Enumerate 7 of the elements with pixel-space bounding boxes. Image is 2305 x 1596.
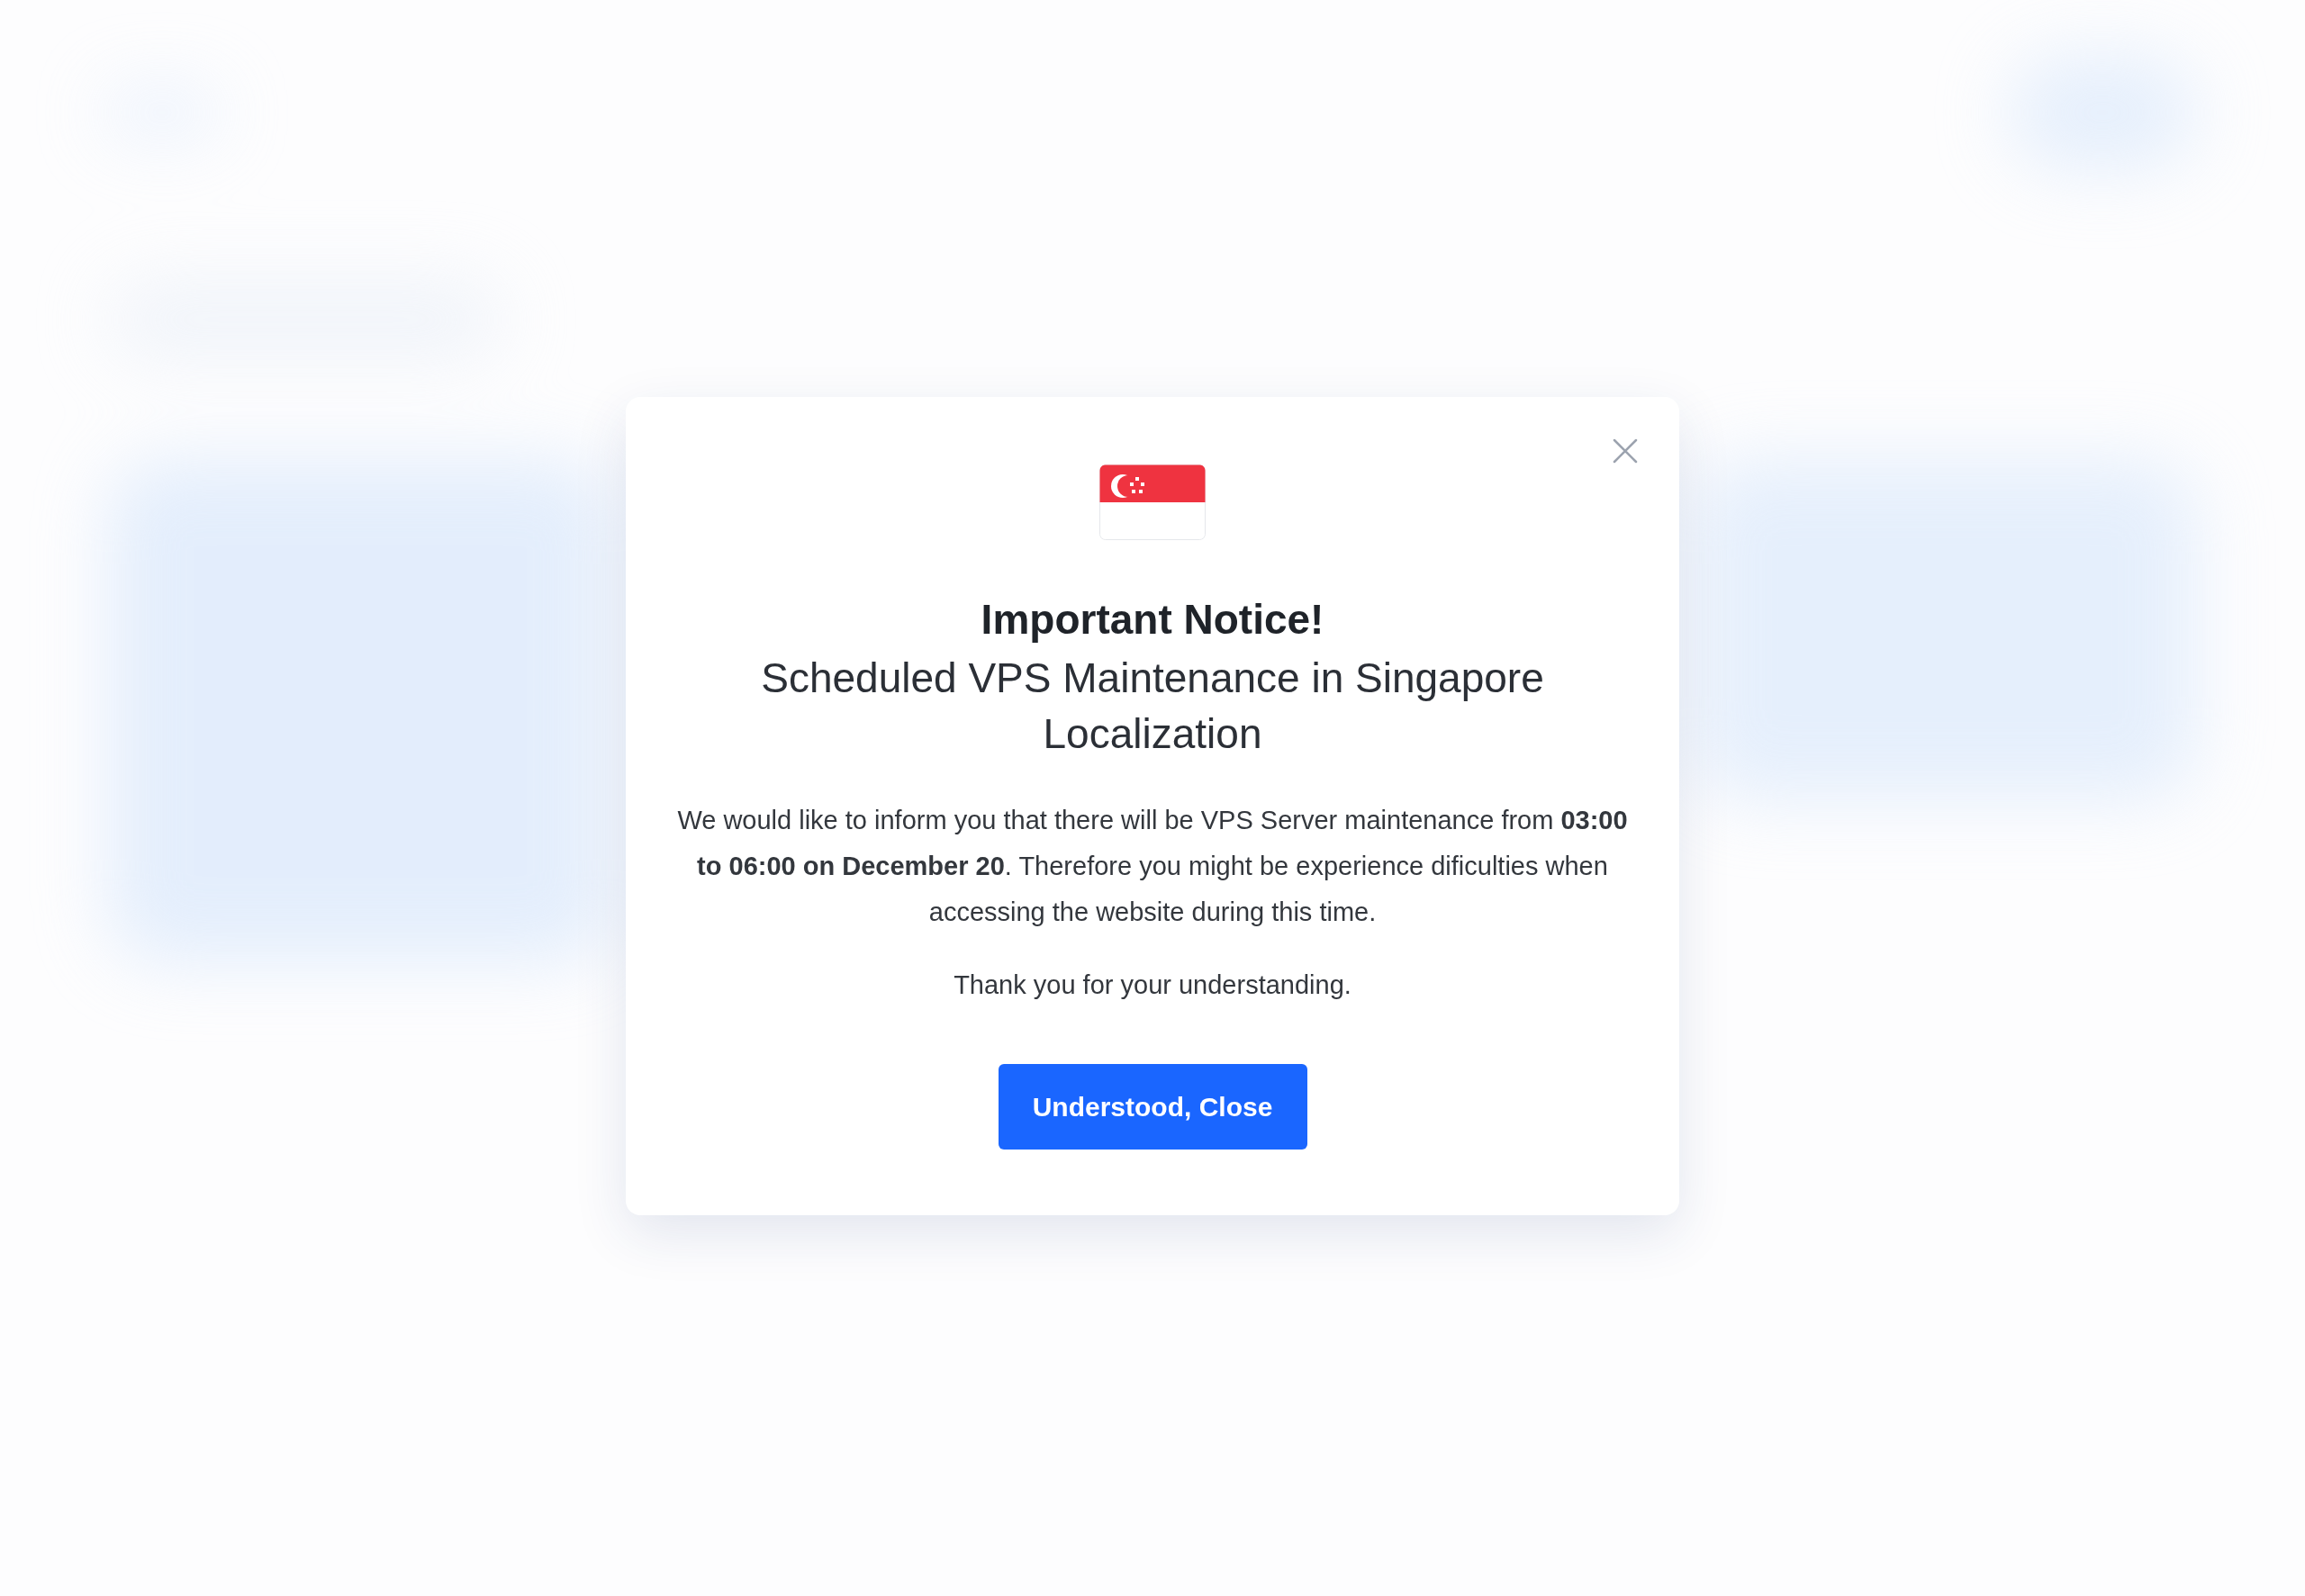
close-icon [1613,438,1638,464]
thanks-text: Thank you for your understanding. [954,969,1351,1001]
flag-icon [1099,464,1206,540]
understood-close-button[interactable]: Understood, Close [998,1064,1307,1150]
notice-message: We would like to inform you that there will be VPS Server maintenance from 03:00 to 06:00 on December 20. Therefore you might be experience dificulties when accessing the website during this time. [676,805,1629,928]
dialog-subtitle: Scheduled VPS Maintenance in Singapore Localization [760,654,1545,759]
dialog-title: Important Notice! [981,595,1324,645]
